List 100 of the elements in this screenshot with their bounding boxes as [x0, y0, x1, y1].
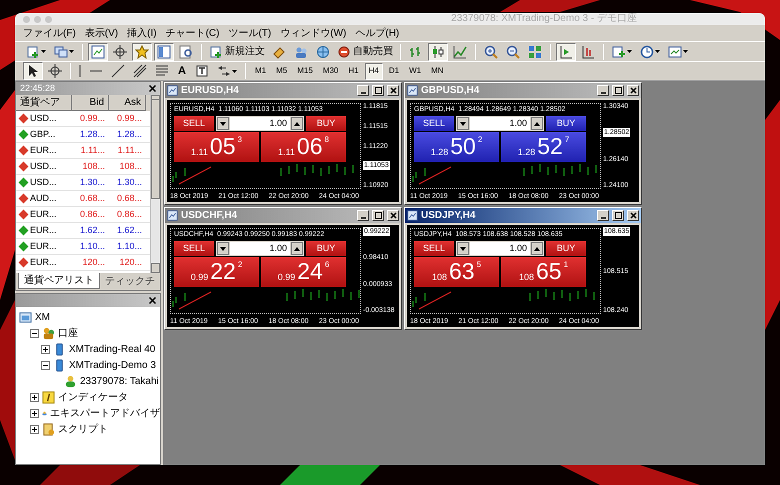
tree-item[interactable]: 口座: [58, 326, 78, 340]
minimize-button[interactable]: [357, 210, 369, 221]
menu-item[interactable]: ウィンドウ(W): [280, 26, 346, 40]
sell-button[interactable]: SELL: [174, 241, 214, 256]
clock-icon: [640, 44, 654, 58]
menu-item[interactable]: ファイル(F): [23, 26, 76, 40]
menu-item[interactable]: ツール(T): [228, 26, 272, 40]
toolbar-button[interactable]: 新規注文: [207, 42, 267, 60]
panel-tab[interactable]: ティックチ: [100, 273, 160, 289]
toolbar-button[interactable]: [154, 42, 174, 60]
scrollbar[interactable]: [150, 95, 160, 273]
close-icon[interactable]: [149, 85, 156, 92]
close-button[interactable]: [387, 210, 399, 221]
tree-item[interactable]: XM: [35, 310, 50, 324]
tree-item[interactable]: 23379078: Takahi: [80, 374, 159, 388]
increase-button[interactable]: [291, 117, 303, 130]
lot-size-field[interactable]: 1.00: [470, 117, 530, 130]
maximize-button[interactable]: [372, 85, 384, 96]
timeframe-button[interactable]: H1: [344, 62, 363, 80]
column-header[interactable]: Ask: [109, 95, 146, 111]
tree-item[interactable]: XMTrading-Demo 3: [69, 358, 156, 372]
close-icon[interactable]: [149, 297, 156, 304]
maximize-button[interactable]: [612, 85, 624, 96]
increase-button[interactable]: [531, 117, 543, 130]
up-triangle-icon: [534, 122, 540, 126]
minimize-button[interactable]: [597, 210, 609, 221]
toolbar-button[interactable]: [45, 62, 65, 80]
expand-icon[interactable]: [30, 392, 39, 402]
toolbar-button[interactable]: [556, 42, 576, 60]
lot-size-field[interactable]: 1.00: [230, 242, 290, 255]
lot-size-field[interactable]: 1.00: [470, 242, 530, 255]
bid-cell-text: 108...: [81, 160, 106, 173]
ask-cell-text: 1.11...: [116, 144, 143, 157]
timeframe-button[interactable]: H4: [364, 62, 383, 80]
buy-button[interactable]: BUY: [546, 116, 586, 131]
tree-item[interactable]: スクリプト: [58, 422, 108, 436]
column-header[interactable]: Bid: [72, 95, 109, 111]
buy-button[interactable]: BUY: [306, 241, 346, 256]
expand-icon[interactable]: [30, 424, 39, 434]
collapse-icon[interactable]: [30, 328, 39, 338]
maximize-icon: [614, 86, 622, 95]
increase-button[interactable]: [531, 242, 543, 255]
column-header[interactable]: 通貨ペア: [16, 95, 72, 111]
increase-button[interactable]: [291, 242, 303, 255]
minimize-button[interactable]: [357, 85, 369, 96]
toolbar-button[interactable]: [110, 42, 130, 60]
menu-item[interactable]: 挿入(I): [127, 26, 157, 40]
toolbar-button[interactable]: 自動売買: [335, 42, 395, 60]
sell-button[interactable]: SELL: [174, 116, 214, 131]
close-button[interactable]: [627, 210, 639, 221]
panel-tab[interactable]: 通貨ペアリスト: [18, 273, 100, 289]
maximize-icon: [374, 211, 382, 220]
toolbar-button[interactable]: [23, 62, 43, 80]
timeframe-button[interactable]: M5: [272, 62, 292, 80]
close-button[interactable]: [387, 85, 399, 96]
monitor-icon: [19, 310, 32, 324]
down-triangle-icon: [220, 246, 226, 250]
expand-icon[interactable]: [41, 344, 50, 354]
text-tool-button[interactable]: A: [174, 62, 190, 80]
tree-item[interactable]: エキスパートアドバイザ: [50, 406, 160, 420]
menu-item[interactable]: チャート(C): [166, 26, 220, 40]
timeframe-button[interactable]: M30: [318, 62, 342, 80]
timeframe-button[interactable]: MN: [427, 62, 448, 80]
toolbar-button[interactable]: [88, 42, 108, 60]
lot-size-field[interactable]: 1.00: [230, 117, 290, 130]
sell-button[interactable]: SELL: [414, 116, 454, 131]
decrease-button[interactable]: [457, 242, 469, 255]
close-button[interactable]: [627, 85, 639, 96]
buy-button[interactable]: BUY: [306, 116, 346, 131]
maximize-button[interactable]: [612, 210, 624, 221]
tree-item[interactable]: インディケータ: [58, 390, 128, 404]
timeframe-button[interactable]: M15: [293, 62, 317, 80]
menu-item[interactable]: 表示(V): [84, 26, 118, 40]
ask-cell-text: 0.86...: [116, 208, 143, 221]
sell-button[interactable]: SELL: [414, 241, 454, 256]
timeframe-button[interactable]: M1: [251, 62, 270, 80]
toolbar-button[interactable]: [428, 42, 448, 60]
maximize-button[interactable]: [372, 210, 384, 221]
timeframe-button[interactable]: W1: [405, 62, 426, 80]
tree-item[interactable]: XMTrading-Real 40: [69, 342, 156, 356]
collapse-icon[interactable]: [41, 360, 50, 370]
chart-window-icon: [167, 210, 178, 221]
ask-cell-text: 120...: [118, 256, 143, 269]
vertical-line-icon: [79, 64, 81, 78]
close-icon: [628, 211, 638, 220]
expand-icon[interactable]: [30, 408, 39, 418]
symbol-cell-text: AUD...: [30, 192, 57, 205]
menu-item[interactable]: ヘルプ(H): [355, 26, 400, 40]
decrease-button[interactable]: [457, 117, 469, 130]
timeframe-button[interactable]: D1: [384, 62, 404, 80]
minimize-button[interactable]: [597, 85, 609, 96]
symbol-cell-text: USD...: [30, 112, 57, 125]
horizontal-line-icon: [89, 70, 103, 72]
cursor-icon: [26, 64, 40, 78]
buy-button[interactable]: BUY: [546, 241, 586, 256]
up-triangle-icon: [294, 122, 300, 126]
decrease-button[interactable]: [217, 117, 229, 130]
up-triangle-icon: [534, 246, 540, 250]
trend-line-icon: [111, 64, 125, 78]
decrease-button[interactable]: [217, 242, 229, 255]
